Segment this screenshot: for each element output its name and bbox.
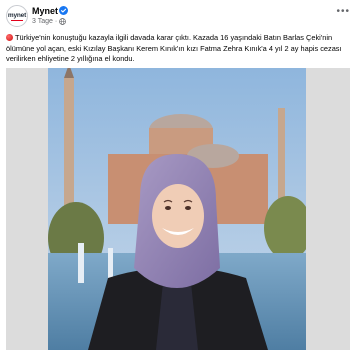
photo-illustration (48, 68, 306, 350)
photo-scene (48, 68, 306, 350)
meta-separator: · (54, 18, 58, 25)
post-photo[interactable] (6, 68, 350, 350)
more-options-icon[interactable]: ••• (336, 6, 350, 17)
post-header: mynet Mynet 3 Tage · ••• (0, 0, 356, 30)
globe-icon (59, 18, 67, 25)
post-text: Türkiye'nin konuştuğu kazayla ilgili dav… (6, 33, 350, 65)
verified-badge-icon (59, 6, 68, 15)
post-time[interactable]: 3 Tage (32, 18, 53, 25)
page-name[interactable]: Mynet (32, 6, 58, 16)
page-avatar[interactable]: mynet (6, 5, 28, 27)
post-body: Türkiye'nin konuştuğu kazayla ilgili dav… (6, 33, 342, 63)
avatar-logo-accent (11, 20, 23, 21)
red-circle-icon (6, 34, 13, 41)
post-meta: 3 Tage · (32, 18, 67, 25)
avatar-logo-text: mynet (7, 12, 27, 19)
